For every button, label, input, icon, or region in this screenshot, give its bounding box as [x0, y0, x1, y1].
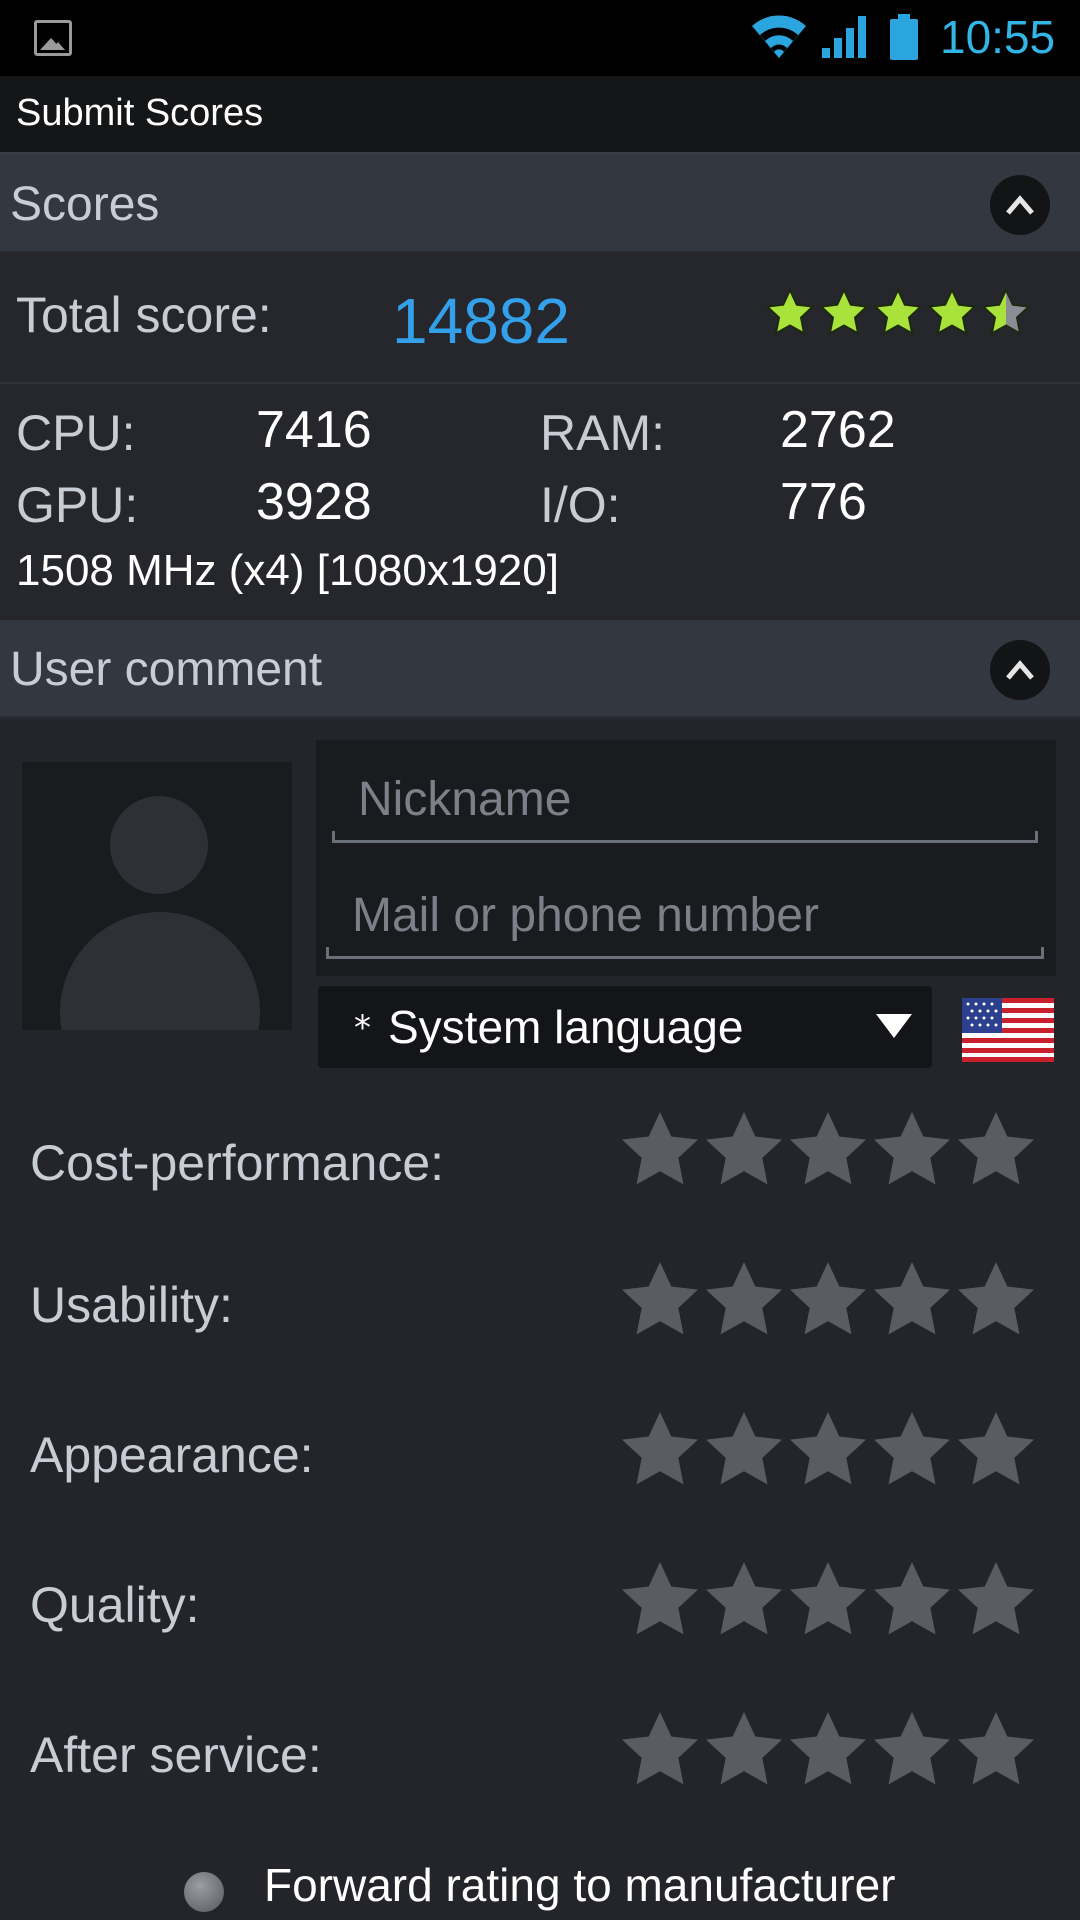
scores-section-header[interactable]: Scores — [0, 155, 1080, 253]
rating-stars[interactable] — [618, 1110, 1038, 1194]
star-icon — [790, 1112, 866, 1185]
cpu-value: 7416 — [256, 401, 372, 459]
io-value: 776 — [780, 473, 867, 531]
ram-value: 2762 — [780, 401, 896, 459]
rating-label: Usability: — [30, 1277, 233, 1333]
avatar-head — [110, 796, 208, 894]
star-icon — [874, 1262, 950, 1335]
star-icon — [706, 1262, 782, 1335]
nickname-field[interactable]: Nickname — [358, 772, 571, 827]
contact-underline — [326, 947, 1044, 959]
contact-field[interactable]: Mail or phone number — [352, 888, 819, 943]
gpu-value: 3928 — [256, 473, 372, 531]
gpu-label: GPU: — [16, 477, 139, 533]
title-bar: Submit Scores — [0, 76, 1080, 155]
star-icon — [980, 288, 1032, 336]
rating-label: After service: — [30, 1727, 322, 1783]
star-icon — [958, 1712, 1034, 1785]
dropdown-arrow-icon — [876, 1014, 912, 1038]
clock: 10:55 — [940, 11, 1056, 63]
star-icon — [818, 288, 870, 336]
rating-stars[interactable] — [618, 1260, 1038, 1344]
image-notification-icon — [34, 20, 72, 56]
star-icon — [790, 1562, 866, 1635]
device-spec: 1508 MHz (x4) [1080x1920] — [16, 546, 559, 595]
language-value: System language — [388, 1001, 744, 1053]
page-title: Submit Scores — [16, 92, 264, 134]
avatar-shoulders — [60, 912, 260, 1030]
rating-stars[interactable] — [618, 1710, 1038, 1794]
star-icon — [926, 288, 978, 336]
star-icon — [790, 1712, 866, 1785]
star-icon — [622, 1562, 698, 1635]
status-bar: 10:55 — [0, 0, 1080, 76]
user-comment-header-label: User comment — [10, 643, 323, 696]
chevron-up-icon — [1006, 660, 1034, 680]
user-comment-section-header[interactable]: User comment — [0, 620, 1080, 718]
star-icon — [958, 1262, 1034, 1335]
rating-label: Quality: — [30, 1577, 200, 1633]
star-icon — [958, 1112, 1034, 1185]
avatar[interactable] — [22, 762, 292, 1030]
star-icon — [706, 1412, 782, 1485]
forward-rating-radio[interactable] — [184, 1872, 224, 1912]
chevron-up-icon — [1006, 195, 1034, 215]
star-icon — [874, 1412, 950, 1485]
star-icon — [872, 288, 924, 336]
collapse-scores-button[interactable] — [990, 175, 1050, 235]
star-icon — [622, 1262, 698, 1335]
star-icon — [958, 1562, 1034, 1635]
star-icon — [622, 1412, 698, 1485]
star-icon — [790, 1262, 866, 1335]
forward-rating-label[interactable]: Forward rating to manufacturer — [264, 1858, 896, 1912]
star-icon — [706, 1562, 782, 1635]
cpu-label: CPU: — [16, 405, 136, 461]
divider — [0, 382, 1080, 384]
star-icon — [622, 1112, 698, 1185]
star-icon — [706, 1712, 782, 1785]
rating-stars[interactable] — [618, 1560, 1038, 1644]
wifi-icon — [752, 15, 806, 58]
star-icon — [622, 1712, 698, 1785]
language-dropdown[interactable]: * System language — [318, 986, 932, 1068]
star-icon — [874, 1112, 950, 1185]
total-score-value: 14882 — [392, 285, 570, 357]
scores-header-label: Scores — [10, 178, 160, 231]
rating-label: Appearance: — [30, 1427, 314, 1483]
ram-label: RAM: — [540, 405, 665, 461]
star-icon — [958, 1412, 1034, 1485]
total-score-label: Total score: — [16, 287, 272, 343]
us-flag-icon[interactable] — [962, 998, 1054, 1062]
collapse-user-comment-button[interactable] — [990, 640, 1050, 700]
star-icon — [874, 1712, 950, 1785]
rating-stars[interactable] — [618, 1410, 1038, 1494]
io-label: I/O: — [540, 477, 621, 533]
rating-label: Cost-performance: — [30, 1135, 445, 1191]
star-icon — [764, 288, 816, 336]
star-icon — [874, 1562, 950, 1635]
battery-icon — [890, 14, 918, 60]
cell-signal-icon — [822, 16, 866, 58]
nickname-underline — [332, 831, 1038, 843]
language-marker: * — [354, 1008, 371, 1048]
star-icon — [706, 1112, 782, 1185]
star-icon — [790, 1412, 866, 1485]
total-score-stars — [764, 288, 1032, 336]
